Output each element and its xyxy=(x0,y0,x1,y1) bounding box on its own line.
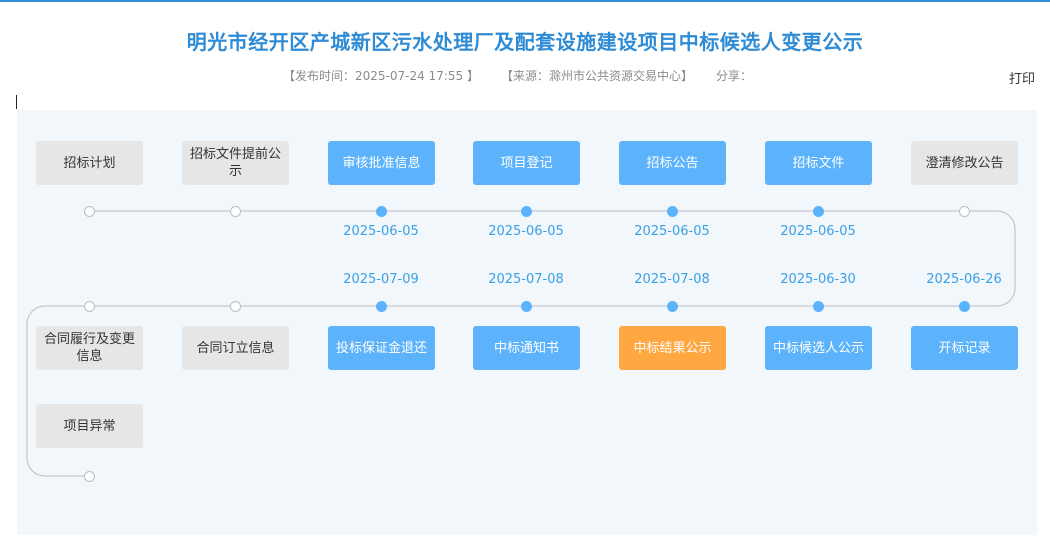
step-row1-2[interactable]: 审核批准信息 xyxy=(328,141,435,185)
timeline-node xyxy=(666,300,678,312)
step-row1-6[interactable]: 澄清修改公告 xyxy=(911,141,1018,185)
timeline-node xyxy=(229,205,241,217)
step-date: 2025-07-08 xyxy=(488,272,564,287)
timeline-node xyxy=(666,205,678,217)
step-row2-1[interactable]: 合同订立信息 xyxy=(182,326,289,370)
step-date: 2025-06-05 xyxy=(343,224,419,239)
timeline-node xyxy=(520,300,532,312)
timeline-node xyxy=(229,300,241,312)
step-date: 2025-07-08 xyxy=(634,272,710,287)
step-row1-5[interactable]: 招标文件 xyxy=(765,141,872,185)
timeline-node xyxy=(812,300,824,312)
step-date: 2025-06-26 xyxy=(926,272,1002,287)
timeline-node xyxy=(83,205,95,217)
step-row1-1[interactable]: 招标文件提前公示 xyxy=(182,141,289,185)
step-row2-6[interactable]: 开标记录 xyxy=(911,326,1018,370)
timeline-node xyxy=(812,205,824,217)
timeline-node xyxy=(520,205,532,217)
step-date: 2025-06-05 xyxy=(488,224,564,239)
timeline-node xyxy=(958,300,970,312)
step-row1-0[interactable]: 招标计划 xyxy=(36,141,143,185)
timeline-node xyxy=(375,205,387,217)
step-row2-4[interactable]: 中标结果公示 xyxy=(619,326,726,370)
step-date: 2025-07-09 xyxy=(343,272,419,287)
step-row2-0[interactable]: 合同履行及变更信息 xyxy=(36,326,143,370)
step-row2-5[interactable]: 中标候选人公示 xyxy=(765,326,872,370)
timeline-node xyxy=(375,300,387,312)
step-row2-3[interactable]: 中标通知书 xyxy=(473,326,580,370)
step-date: 2025-06-30 xyxy=(780,272,856,287)
timeline-node xyxy=(958,205,970,217)
step-row1-3[interactable]: 项目登记 xyxy=(473,141,580,185)
step-date: 2025-06-05 xyxy=(780,224,856,239)
step-row2-2[interactable]: 投标保证金退还 xyxy=(328,326,435,370)
step-date: 2025-06-05 xyxy=(634,224,710,239)
timeline-node xyxy=(83,470,95,482)
step-row3-0[interactable]: 项目异常 xyxy=(36,404,143,448)
step-row1-4[interactable]: 招标公告 xyxy=(619,141,726,185)
timeline-node xyxy=(83,300,95,312)
